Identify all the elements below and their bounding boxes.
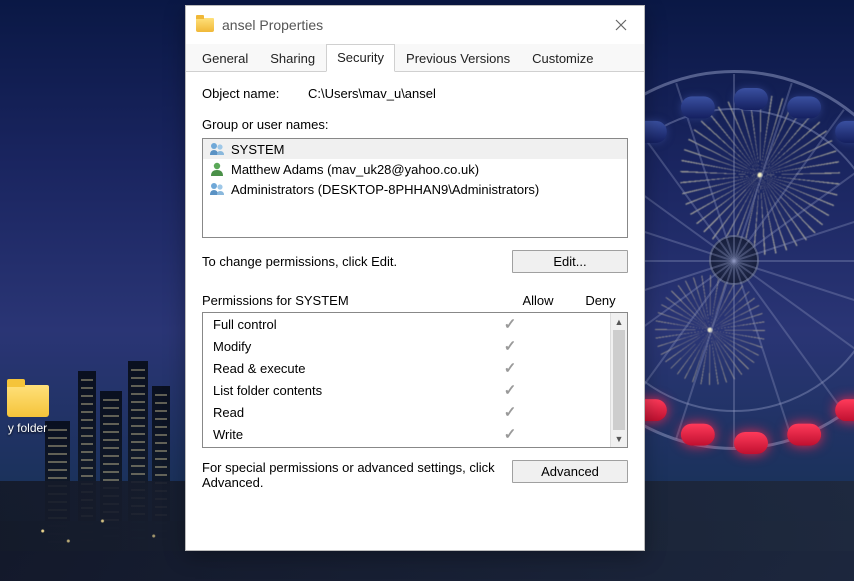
security-panel: Object name: C:\Users\mav_u\ansel Group … bbox=[186, 72, 644, 550]
advanced-hint: For special permissions or advanced sett… bbox=[202, 460, 502, 490]
tab-strip: General Sharing Security Previous Versio… bbox=[186, 44, 644, 72]
permission-row[interactable]: Read & execute✓ bbox=[203, 357, 610, 379]
allow-column-header: Allow bbox=[503, 293, 573, 308]
tab-customize[interactable]: Customize bbox=[521, 45, 604, 72]
permission-row[interactable]: Modify✓ bbox=[203, 335, 610, 357]
user-list-item[interactable]: Matthew Adams (mav_uk28@yahoo.co.uk) bbox=[203, 159, 627, 179]
folder-icon bbox=[196, 18, 214, 32]
folder-icon bbox=[7, 385, 49, 417]
permission-allow: ✓ bbox=[475, 359, 545, 377]
tab-previous-versions[interactable]: Previous Versions bbox=[395, 45, 521, 72]
titlebar[interactable]: ansel Properties bbox=[186, 6, 644, 44]
user-icon bbox=[209, 161, 225, 177]
deny-column-header: Deny bbox=[573, 293, 628, 308]
close-icon bbox=[615, 19, 627, 31]
permission-allow: ✓ bbox=[475, 403, 545, 421]
group-icon bbox=[209, 181, 225, 197]
user-name: SYSTEM bbox=[231, 142, 284, 157]
permission-name: Modify bbox=[213, 339, 475, 354]
permission-row[interactable]: Full control✓ bbox=[203, 313, 610, 335]
edit-hint: To change permissions, click Edit. bbox=[202, 254, 512, 269]
permission-name: Read bbox=[213, 405, 475, 420]
permission-row[interactable]: List folder contents✓ bbox=[203, 379, 610, 401]
tab-sharing[interactable]: Sharing bbox=[259, 45, 326, 72]
object-name-value: C:\Users\mav_u\ansel bbox=[308, 86, 628, 101]
permissions-list[interactable]: Full control✓Modify✓Read & execute✓List … bbox=[202, 312, 628, 448]
permission-row[interactable]: Read✓ bbox=[203, 401, 610, 423]
permissions-header: Permissions for SYSTEM bbox=[202, 293, 503, 308]
close-button[interactable] bbox=[598, 6, 644, 44]
desktop-folder[interactable]: y folder bbox=[0, 385, 55, 435]
tab-general[interactable]: General bbox=[191, 45, 259, 72]
user-name: Administrators (DESKTOP-8PHHAN9\Administ… bbox=[231, 182, 539, 197]
user-name: Matthew Adams (mav_uk28@yahoo.co.uk) bbox=[231, 162, 479, 177]
permission-name: List folder contents bbox=[213, 383, 475, 398]
tab-security[interactable]: Security bbox=[326, 44, 395, 72]
edit-button[interactable]: Edit... bbox=[512, 250, 628, 273]
permission-allow: ✓ bbox=[475, 337, 545, 355]
user-list-item[interactable]: SYSTEM bbox=[203, 139, 627, 159]
scroll-up-icon[interactable]: ▲ bbox=[611, 313, 627, 330]
permission-allow: ✓ bbox=[475, 315, 545, 333]
permission-row[interactable]: Write✓ bbox=[203, 423, 610, 445]
window-title: ansel Properties bbox=[222, 17, 598, 33]
permission-name: Write bbox=[213, 427, 475, 442]
permission-name: Read & execute bbox=[213, 361, 475, 376]
permission-name: Full control bbox=[213, 317, 475, 332]
properties-dialog: ansel Properties General Sharing Securit… bbox=[185, 5, 645, 551]
user-list[interactable]: SYSTEM Matthew Adams (mav_uk28@yahoo.co.u… bbox=[202, 138, 628, 238]
desktop-folder-label: y folder bbox=[0, 421, 55, 435]
advanced-button[interactable]: Advanced bbox=[512, 460, 628, 483]
permission-allow: ✓ bbox=[475, 425, 545, 443]
group-icon bbox=[209, 141, 225, 157]
scrollbar[interactable]: ▲ ▼ bbox=[610, 313, 627, 447]
user-list-item[interactable]: Administrators (DESKTOP-8PHHAN9\Administ… bbox=[203, 179, 627, 199]
object-name-label: Object name: bbox=[202, 86, 308, 101]
scroll-down-icon[interactable]: ▼ bbox=[611, 430, 627, 447]
group-user-label: Group or user names: bbox=[202, 117, 628, 132]
scroll-thumb[interactable] bbox=[613, 330, 625, 430]
permission-allow: ✓ bbox=[475, 381, 545, 399]
